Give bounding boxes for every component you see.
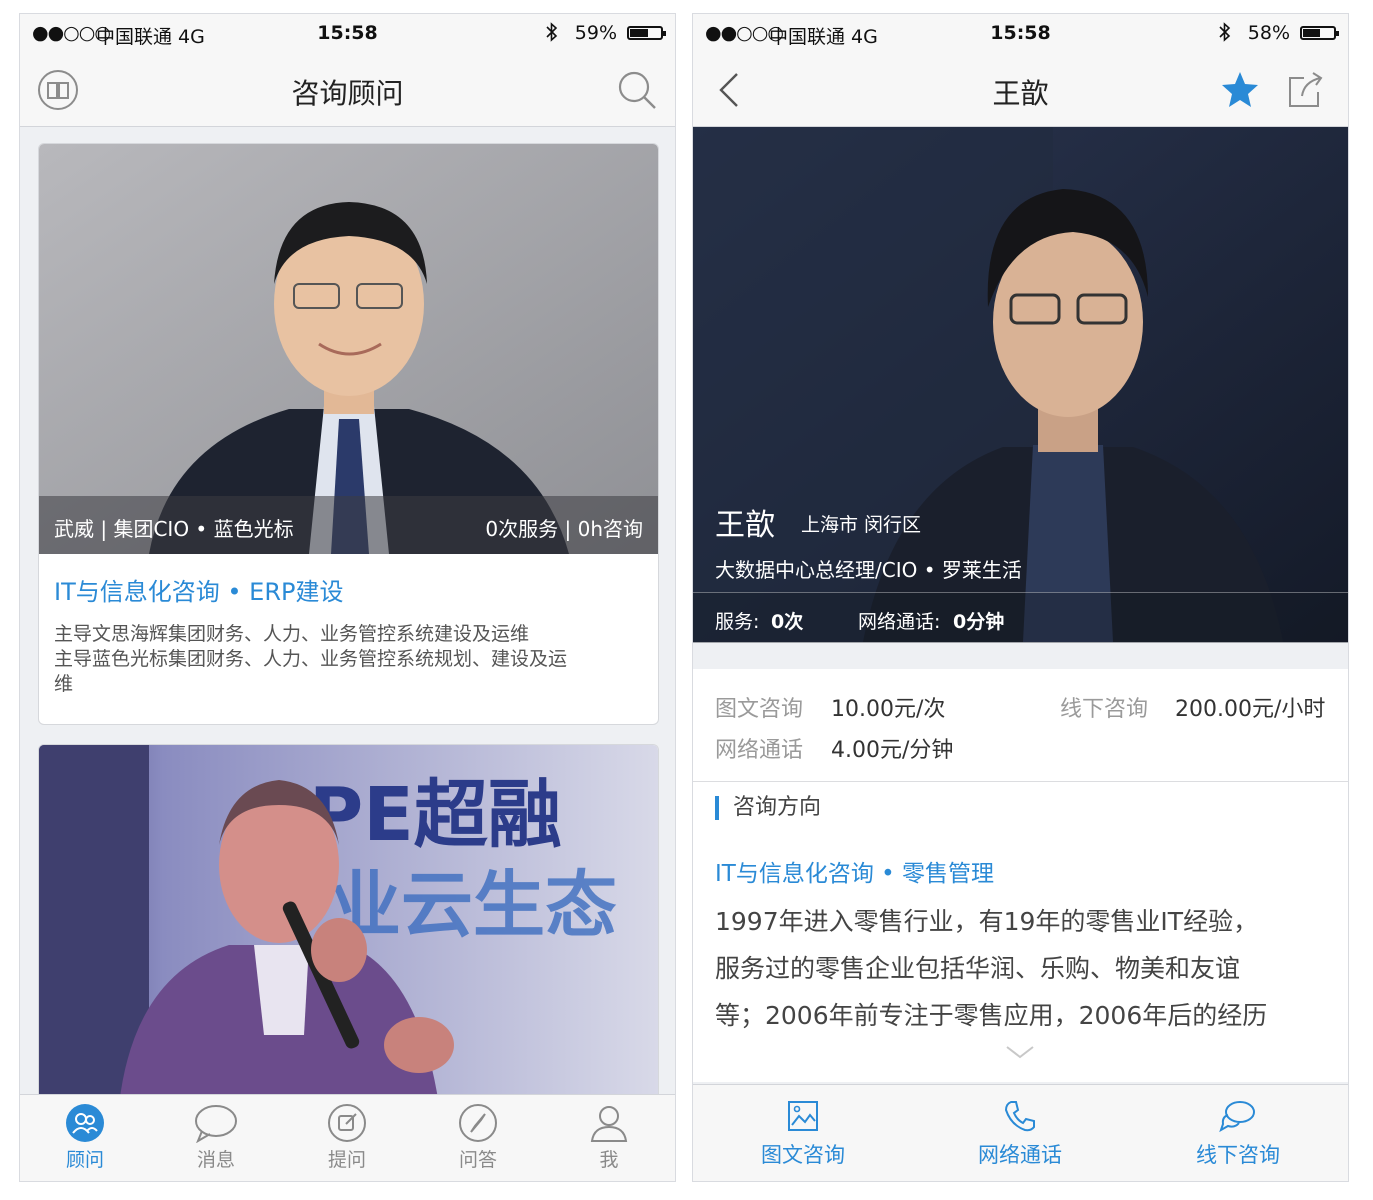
banner-text: PE超融: [309, 772, 562, 858]
tab-label: 我: [599, 1149, 619, 1171]
consultant-title: 大数据中心总经理/CIO • 罗莱生活: [715, 558, 1022, 582]
action-label: 网络通话: [978, 1143, 1062, 1167]
expand-chevron-icon[interactable]: [1005, 1044, 1035, 1064]
consultant-card[interactable]: PE超融 业云生态: [38, 744, 659, 1105]
status-bar: ●●○○○ 中国联通 4G 15:58 59%: [20, 14, 675, 52]
description-line: 主导蓝色光标集团财务、人力、业务管控系统规划、建设及运: [54, 648, 568, 670]
phone-icon: [1004, 1101, 1035, 1132]
consult-direction-section: 咨询方向 IT与信息化咨询 • 零售管理 1997年进入零售行业，有19年的零售…: [693, 782, 1348, 1082]
call-minutes: 0分钟: [953, 611, 1005, 633]
consultant-stats: 服务: 0次 网络通话: 0分钟: [693, 592, 1348, 643]
call-consult-price: 4.00元/分钟: [831, 738, 954, 763]
bluetooth-icon: [545, 22, 559, 47]
section-heading: 咨询方向: [715, 796, 821, 820]
bio-line: 1997年进入零售行业，有19年的零售业IT经验，: [715, 907, 1259, 936]
group-icon: [66, 1104, 104, 1142]
action-bar: 图文咨询 网络通话 线下咨询: [693, 1084, 1348, 1181]
compass-icon: [459, 1104, 497, 1142]
tab-messages[interactable]: 消息: [166, 1103, 266, 1172]
action-label: 图文咨询: [761, 1143, 845, 1167]
banner-text: 业云生态: [329, 863, 617, 947]
consultant-name: 王歆: [715, 508, 775, 543]
chat-bubble-icon: [195, 1105, 237, 1143]
meeting-chat-icon: [1219, 1101, 1255, 1133]
compose-icon: [328, 1104, 366, 1142]
text-consult-label: 图文咨询: [715, 697, 804, 722]
consult-topic: IT与信息化咨询 • 零售管理: [715, 861, 995, 887]
battery-icon: [627, 26, 666, 40]
battery-percent: 59%: [574, 22, 617, 44]
tab-me[interactable]: 我: [559, 1103, 659, 1172]
tab-qa[interactable]: 问答: [428, 1103, 528, 1172]
consultant-card[interactable]: 武威 | 集团CIO • 蓝色光标 0次服务 | 0h咨询 IT与信息化咨询 •…: [38, 143, 659, 725]
status-bar: ●●○○○ 中国联通 4G 15:58 58%: [693, 14, 1348, 52]
consultant-detail-screen: ●●○○○ 中国联通 4G 15:58 58% 王歆 王歆 上海市 闵行区 大数…: [692, 13, 1349, 1182]
person-icon: [590, 1106, 628, 1142]
favorite-star-icon[interactable]: [1218, 68, 1262, 112]
share-icon[interactable]: [1284, 68, 1328, 112]
battery-fill: [1303, 29, 1320, 37]
text-consult-button[interactable]: 图文咨询: [703, 1099, 903, 1169]
consultant-photo: 武威 | 集团CIO • 蓝色光标 0次服务 | 0h咨询: [39, 144, 658, 554]
consultant-description: 主导文思海辉集团财务、人力、业务管控系统建设及运维 主导蓝色光标集团财务、人力、…: [54, 622, 630, 697]
consultant-list-screen: ●●○○○ 中国联通 4G 15:58 59% 咨询顾问 武威 | 集团CIO …: [19, 13, 676, 1182]
navigation-bar: 咨询顾问: [20, 52, 675, 127]
description-line: 主导文思海辉集团财务、人力、业务管控系统建设及运维: [54, 623, 530, 645]
bluetooth-icon: [1218, 22, 1232, 47]
service-count: 0次: [771, 611, 804, 633]
description-line: 维: [54, 673, 74, 695]
consultant-name-role: 武威 | 集团CIO • 蓝色光标: [54, 517, 294, 541]
offline-consult-price: 200.00元/小时: [1175, 697, 1326, 722]
search-icon[interactable]: [615, 68, 659, 112]
tab-label: 问答: [458, 1149, 497, 1171]
page-title: 咨询顾问: [291, 77, 404, 110]
text-consult-price: 10.00元/次: [831, 697, 946, 722]
tab-label: 提问: [327, 1149, 366, 1171]
consultant-photo: PE超融 业云生态: [39, 745, 658, 1105]
bio-line: 服务过的零售企业包括华润、乐购、物美和友谊: [715, 954, 1241, 983]
tab-consultants[interactable]: 顾问: [35, 1103, 135, 1172]
consultant-stats: 0次服务 | 0h咨询: [485, 517, 643, 541]
tab-label: 顾问: [65, 1149, 104, 1171]
battery-percent: 58%: [1247, 22, 1290, 44]
tab-bar: 顾问 消息 提问 问答 我: [20, 1094, 675, 1181]
consult-topic: IT与信息化咨询 • ERP建设: [54, 578, 344, 606]
battery-icon: [1300, 26, 1339, 40]
consultant-hero: 王歆 上海市 闵行区 大数据中心总经理/CIO • 罗莱生活 服务: 0次 网络…: [693, 127, 1348, 643]
photo-caption: 武威 | 集团CIO • 蓝色光标 0次服务 | 0h咨询: [39, 496, 658, 554]
call-consult-button[interactable]: 网络通话: [920, 1099, 1120, 1169]
image-icon: [788, 1101, 818, 1131]
navigation-bar: 王歆: [693, 52, 1348, 127]
tab-label: 消息: [196, 1149, 235, 1171]
action-label: 线下咨询: [1196, 1143, 1280, 1167]
offline-consult-button[interactable]: 线下咨询: [1138, 1099, 1338, 1169]
service-label: 服务:: [715, 611, 760, 633]
tab-ask[interactable]: 提问: [297, 1103, 397, 1172]
offline-consult-label: 线下咨询: [1060, 697, 1149, 722]
consultant-location: 上海市 闵行区: [801, 514, 922, 536]
battery-fill: [630, 29, 648, 37]
call-consult-label: 网络通话: [715, 738, 804, 763]
call-label: 网络通话:: [858, 611, 941, 633]
bio-line: 等；2006年前专注于零售应用，2006年后的经历: [715, 1001, 1268, 1030]
price-panel: 图文咨询 10.00元/次 线下咨询 200.00元/小时 网络通话 4.00元…: [693, 669, 1348, 782]
consultant-bio: 1997年进入零售行业，有19年的零售业IT经验， 服务过的零售企业包括华润、乐…: [715, 898, 1328, 1039]
